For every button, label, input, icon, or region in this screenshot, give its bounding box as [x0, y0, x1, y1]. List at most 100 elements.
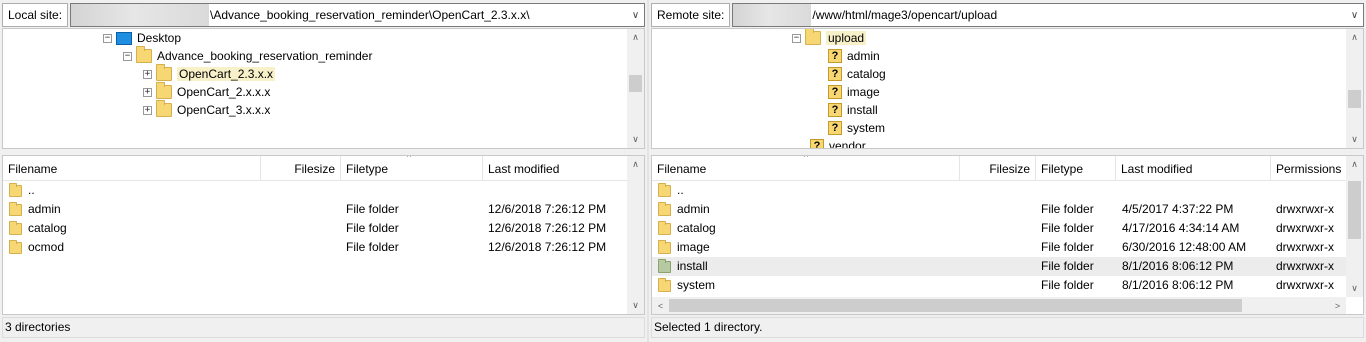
remote-site-bar: Remote site: /www/html/mage3/opencart/up… — [651, 3, 1364, 27]
scrollbar-thumb[interactable] — [1348, 90, 1361, 108]
tree-item-opencart-3x[interactable]: + OpenCart_3.x.x.x — [143, 100, 270, 119]
tree-item-opencart-23[interactable]: + OpenCart_2.3.x.x — [143, 64, 276, 83]
list-row-parent[interactable]: .. — [3, 181, 629, 200]
remote-site-path-combobox[interactable]: /www/html/mage3/opencart/upload ∨ — [732, 3, 1364, 27]
list-row-system[interactable]: system File folder 8/1/2016 8:06:12 PM d… — [652, 276, 1348, 295]
plus-icon[interactable]: + — [143, 105, 152, 115]
tree-item-catalog[interactable]: ? catalog — [828, 65, 886, 83]
folder-icon — [9, 201, 22, 216]
tree-item-image[interactable]: ? image — [828, 83, 880, 101]
folder-icon — [658, 239, 671, 254]
remote-tree-scrollbar[interactable]: ∧ ∨ — [1346, 29, 1363, 148]
tree-item-admin[interactable]: ? admin — [828, 47, 880, 65]
file-modified: 4/17/2016 4:34:14 AM — [1122, 221, 1240, 235]
remote-list-scrollbar[interactable]: ∧ ∨ — [1346, 156, 1363, 297]
minus-icon[interactable]: − — [123, 51, 132, 61]
folder-icon — [805, 29, 821, 45]
scrollbar-thumb[interactable] — [669, 299, 1242, 312]
remote-list-hscrollbar[interactable]: < > — [652, 297, 1346, 314]
column-header-last-modified[interactable]: Last modified — [483, 156, 633, 181]
tree-item-upload[interactable]: − upload — [792, 29, 867, 47]
scrollbar-thumb[interactable] — [1348, 181, 1361, 239]
scrollbar-thumb[interactable] — [629, 75, 642, 92]
column-header-filetype[interactable]: Filetype — [1036, 156, 1116, 181]
column-header-last-modified[interactable]: Last modified — [1116, 156, 1271, 181]
folder-icon — [136, 46, 152, 63]
tree-item-desktop[interactable]: − Desktop — [103, 29, 181, 47]
folder-icon — [156, 64, 172, 81]
file-permissions: drwxrwxr-x — [1276, 278, 1334, 292]
file-permissions: drwxrwxr-x — [1276, 202, 1334, 216]
chevron-left-icon[interactable]: < — [652, 297, 669, 314]
file-type: File folder — [1041, 278, 1094, 292]
plus-icon[interactable]: + — [143, 69, 152, 79]
file-type: File folder — [346, 221, 399, 235]
local-site-path-combobox[interactable]: \Advance_booking_reservation_reminder\Op… — [70, 3, 645, 27]
chevron-up-icon[interactable]: ∧ — [1346, 29, 1363, 46]
file-modified: 6/30/2016 12:48:00 AM — [1122, 240, 1247, 254]
question-folder-icon: ? — [828, 67, 842, 81]
chevron-down-icon[interactable]: ∨ — [627, 297, 644, 314]
chevron-down-icon[interactable]: ∨ — [627, 4, 644, 26]
column-header-filetype[interactable]: Filetype — [341, 156, 483, 181]
tree-item-vendor[interactable]: ? vendor — [810, 137, 866, 149]
chevron-up-icon[interactable]: ∧ — [627, 156, 644, 173]
chevron-up-icon[interactable]: ∧ — [627, 29, 644, 46]
plus-icon[interactable]: + — [143, 87, 152, 97]
tree-item-opencart-2x[interactable]: + OpenCart_2.x.x.x — [143, 82, 271, 101]
file-modified: 8/1/2016 8:06:12 PM — [1122, 278, 1234, 292]
file-name: catalog — [28, 221, 67, 235]
file-modified: 12/6/2018 7:26:12 PM — [488, 240, 607, 254]
local-site-bar: Local site: \Advance_booking_reservation… — [2, 3, 645, 27]
chevron-down-icon[interactable]: ∨ — [1346, 131, 1363, 148]
local-list-header: Filename Filesize Filetype Last modified… — [3, 156, 644, 181]
question-folder-icon: ? — [828, 49, 842, 63]
chevron-up-icon[interactable]: ∧ — [1346, 156, 1363, 173]
file-type: File folder — [1041, 259, 1094, 273]
list-row-ocmod[interactable]: ocmod File folder 12/6/2018 7:26:12 PM — [3, 238, 629, 257]
file-permissions: drwxrwxr-x — [1276, 259, 1334, 273]
list-row-parent[interactable]: .. — [652, 181, 1348, 200]
local-tree-scrollbar[interactable]: ∧ ∨ — [627, 29, 644, 148]
remote-pane: Remote site: /www/html/mage3/opencart/up… — [649, 0, 1366, 342]
chevron-right-icon[interactable]: > — [1329, 297, 1346, 314]
chevron-down-icon[interactable]: ∨ — [1346, 4, 1363, 26]
file-type: File folder — [346, 202, 399, 216]
list-row-catalog[interactable]: catalog File folder 4/17/2016 4:34:14 AM… — [652, 219, 1348, 238]
folder-icon — [156, 100, 172, 117]
tree-item-label: vendor — [829, 139, 866, 149]
list-row-admin[interactable]: admin File folder 4/5/2017 4:37:22 PM dr… — [652, 200, 1348, 219]
local-pane: Local site: \Advance_booking_reservation… — [0, 0, 647, 342]
list-row-admin[interactable]: admin File folder 12/6/2018 7:26:12 PM — [3, 200, 629, 219]
file-name: ocmod — [28, 240, 65, 254]
tree-item-install[interactable]: ? install — [828, 101, 878, 119]
column-header-filesize[interactable]: Filesize — [261, 156, 341, 181]
chevron-down-icon[interactable]: ∨ — [627, 131, 644, 148]
tree-item-label: OpenCart_2.x.x.x — [177, 85, 271, 99]
sort-ascending-icon: ^ — [804, 155, 809, 162]
minus-icon[interactable]: − — [103, 33, 112, 43]
local-list-scrollbar[interactable]: ∧ ∨ — [627, 156, 644, 314]
column-header-permissions[interactable]: Permissions — [1271, 156, 1351, 181]
list-row-catalog[interactable]: catalog File folder 12/6/2018 7:26:12 PM — [3, 219, 629, 238]
file-type: File folder — [346, 240, 399, 254]
tree-item-label: system — [847, 121, 886, 135]
minus-icon[interactable]: − — [792, 33, 801, 43]
column-header-filename[interactable]: Filename — [3, 156, 261, 181]
tree-item-label: OpenCart_2.3.x.x — [177, 67, 276, 81]
list-row-image[interactable]: image File folder 6/30/2016 12:48:00 AM … — [652, 238, 1348, 257]
tree-item-label: upload — [826, 31, 867, 45]
file-name: admin — [677, 202, 710, 216]
question-folder-icon: ? — [828, 121, 842, 135]
tree-item-project[interactable]: − Advance_booking_reservation_reminder — [123, 46, 372, 65]
tree-item-label: Desktop — [137, 31, 182, 45]
column-header-filesize[interactable]: Filesize — [960, 156, 1036, 181]
chevron-down-icon[interactable]: ∨ — [1346, 280, 1363, 297]
tree-item-system[interactable]: ? system — [828, 119, 885, 137]
file-type: File folder — [1041, 202, 1094, 216]
sort-ascending-icon: ^ — [407, 155, 412, 162]
local-directory-tree: − Desktop − Advance_booking_reservation_… — [2, 28, 645, 149]
folder-icon — [658, 220, 671, 235]
tree-item-label: admin — [847, 49, 880, 63]
list-row-install[interactable]: install File folder 8/1/2016 8:06:12 PM … — [652, 257, 1348, 276]
